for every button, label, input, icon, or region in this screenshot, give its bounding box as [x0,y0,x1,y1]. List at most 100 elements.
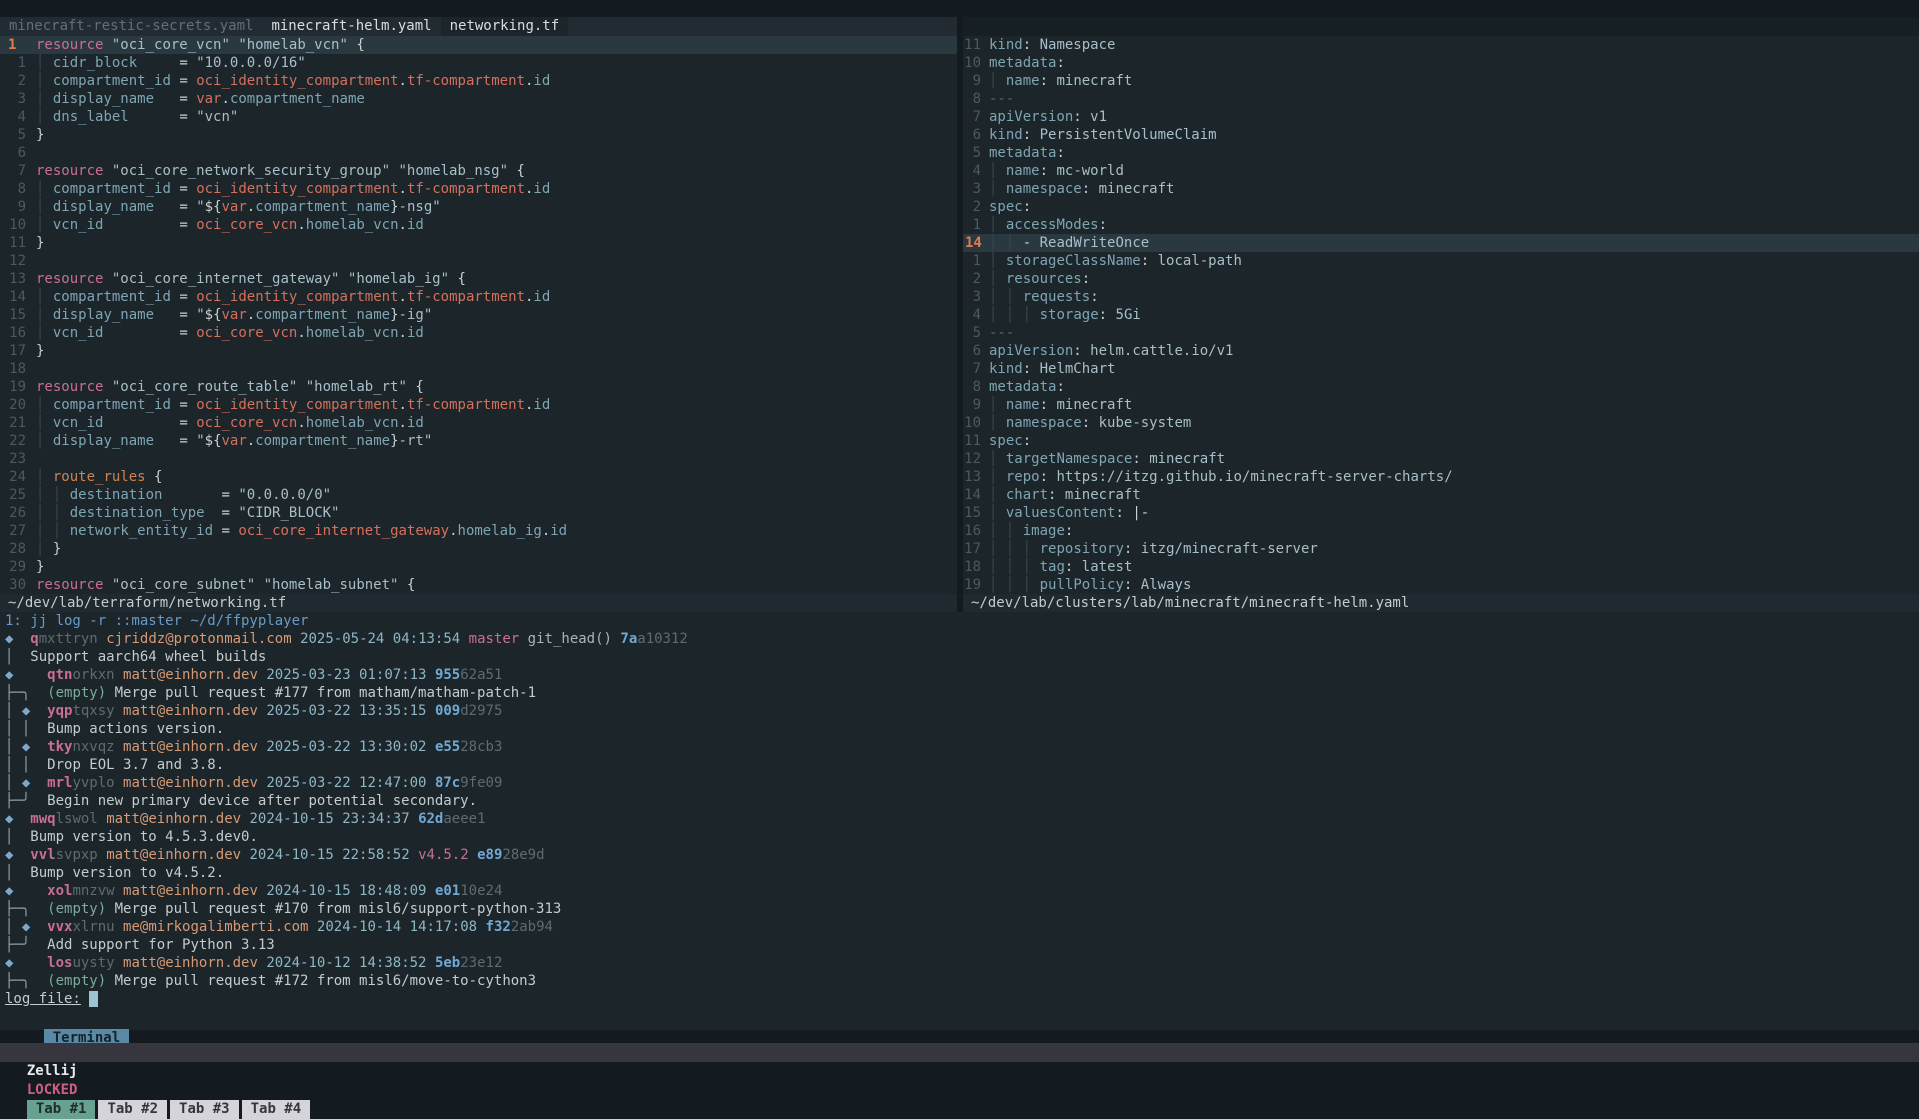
code-line[interactable]: 17│ │ │ repository: itzg/minecraft-serve… [963,540,1919,558]
code-line[interactable]: 7resource "oci_core_network_security_gro… [0,162,957,180]
line-number: 22 [0,432,36,450]
line-number: 17 [0,342,36,360]
editor-pane-networking-tf[interactable]: minecraft-restic-secrets.yamlminecraft-h… [0,17,957,612]
code-line[interactable]: 14│ compartment_id = oci_identity_compar… [0,288,957,306]
code-line[interactable]: 3│ display_name = var.compartment_name [0,90,957,108]
buffer-tab[interactable]: networking.tf [441,17,569,36]
code-line[interactable]: 8--- [963,90,1919,108]
code-line[interactable]: 12 [0,252,957,270]
terminal-line: ├─╯ Add support for Python 3.13 [5,936,1919,954]
code-line[interactable]: 11kind: Namespace [963,36,1919,54]
code-line[interactable]: 1│ cidr_block = "10.0.0.0/16" [0,54,957,72]
code-line[interactable]: 7apiVersion: v1 [963,108,1919,126]
line-number: 19 [963,576,989,594]
code-line[interactable]: 15│ valuesContent: |- [963,504,1919,522]
code-line[interactable]: 9│ name: minecraft [963,396,1919,414]
code-line[interactable]: 11spec: [963,432,1919,450]
code-line[interactable]: 10metadata: [963,54,1919,72]
line-number: 25 [0,486,36,504]
code-line[interactable]: 5--- [963,324,1919,342]
code-line[interactable]: 21│ vcn_id = oci_core_vcn.homelab_vcn.id [0,414,957,432]
code-line[interactable]: 16│ │ image: [963,522,1919,540]
line-number: 16 [0,324,36,342]
code-line[interactable]: 13resource "oci_core_internet_gateway" "… [0,270,957,288]
code-line[interactable]: 15│ display_name = "${var.compartment_na… [0,306,957,324]
code-line[interactable]: 30resource "oci_core_subnet" "homelab_su… [0,576,957,594]
code-line[interactable]: 12│ targetNamespace: minecraft [963,450,1919,468]
line-number: 14 [963,486,989,504]
code-line[interactable]: 11} [0,234,957,252]
code-line[interactable]: 19resource "oci_core_route_table" "homel… [0,378,957,396]
code-line[interactable]: 5metadata: [963,144,1919,162]
line-number: 18 [0,360,36,378]
code-line[interactable]: 3│ │ requests: [963,288,1919,306]
code-line[interactable]: 6 [0,144,957,162]
code-line[interactable]: 7kind: HelmChart [963,360,1919,378]
code-line[interactable]: 22│ display_name = "${var.compartment_na… [0,432,957,450]
buffer-tab[interactable]: minecraft-restic-secrets.yaml [0,17,262,36]
code-line[interactable]: 10│ namespace: kube-system [963,414,1919,432]
terminal-line: │ │ Drop EOL 3.7 and 3.8. [5,756,1919,774]
code-line[interactable]: 1resource "oci_core_vcn" "homelab_vcn" { [0,36,957,54]
terminal-pane[interactable]: 1: jj log -r ::master ~/d/ffpyplayer ◆ q… [0,612,1919,1030]
line-number: 24 [0,468,36,486]
code-line[interactable]: 18│ │ │ tag: latest [963,558,1919,576]
code-line[interactable]: 5} [0,126,957,144]
code-line[interactable]: 2│ resources: [963,270,1919,288]
code-line[interactable]: 20│ compartment_id = oci_identity_compar… [0,396,957,414]
code-line[interactable]: 6apiVersion: helm.cattle.io/v1 [963,342,1919,360]
line-number: 9 [963,396,989,414]
buffer-tab[interactable]: minecraft-helm.yaml [262,17,440,36]
statusline-left: ~/dev/lab/terraform/networking.tf [0,594,957,612]
zellij-tab[interactable]: Tab #1 [27,1100,96,1119]
terminal-line: ├─╮ (empty) Merge pull request #177 from… [5,684,1919,702]
code-line[interactable]: 17} [0,342,957,360]
code-line[interactable]: 14│ chart: minecraft [963,486,1919,504]
terminal-line: ├─╯ Begin new primary device after poten… [5,792,1919,810]
code-line[interactable]: 14│ │ - ReadWriteOnce [963,234,1919,252]
code-line[interactable]: 9│ name: minecraft [963,72,1919,90]
code-line[interactable]: 16│ vcn_id = oci_core_vcn.homelab_vcn.id [0,324,957,342]
line-number: 1 [963,252,989,270]
zellij-tab[interactable]: Tab #2 [98,1100,167,1119]
terminal-line: ◆ vvlsvpxp matt@einhorn.dev 2024-10-15 2… [5,846,1919,864]
bufferline: minecraft-restic-secrets.yamlminecraft-h… [0,17,957,36]
code-line[interactable]: 3│ namespace: minecraft [963,180,1919,198]
code-line[interactable]: 9│ display_name = "${var.compartment_nam… [0,198,957,216]
code-line[interactable]: 23 [0,450,957,468]
code-line[interactable]: 10│ vcn_id = oci_core_vcn.homelab_vcn.id [0,216,957,234]
zellij-tab[interactable]: Tab #3 [170,1100,239,1119]
code-line[interactable]: 26│ │ destination_type = "CIDR_BLOCK" [0,504,957,522]
terminal-pane-title: 1: jj log -r ::master ~/d/ffpyplayer [0,612,1919,630]
code-line[interactable]: 28│ } [0,540,957,558]
line-number: 11 [963,36,989,54]
line-number: 7 [963,360,989,378]
code-line[interactable]: 29} [0,558,957,576]
code-line[interactable]: 6kind: PersistentVolumeClaim [963,126,1919,144]
editor-pane-minecraft-helm-yaml[interactable]: 11kind: Namespace10metadata:9│ name: min… [963,17,1919,612]
code-line[interactable]: 19│ │ │ pullPolicy: Always [963,576,1919,594]
code-line[interactable]: 18 [0,360,957,378]
zellij-tab[interactable]: Tab #4 [242,1100,311,1119]
code-line[interactable]: 24│ route_rules { [0,468,957,486]
code-line[interactable]: 1│ storageClassName: local-path [963,252,1919,270]
code-line[interactable]: 8│ compartment_id = oci_identity_compart… [0,180,957,198]
line-number: 21 [0,414,36,432]
terminal-line: ├─╮ (empty) Merge pull request #172 from… [5,972,1919,990]
code-line[interactable]: 25│ │ destination = "0.0.0.0/0" [0,486,957,504]
terminal-line: │ Support aarch64 wheel builds [5,648,1919,666]
code-line[interactable]: 1│ accessModes: [963,216,1919,234]
code-line[interactable]: 2│ compartment_id = oci_identity_compart… [0,72,957,90]
line-number: 5 [963,144,989,162]
code-line[interactable]: 4│ dns_label = "vcn" [0,108,957,126]
terminal-line: ◆ qmxttryn cjriddz@protonmail.com 2025-0… [5,630,1919,648]
code-line[interactable]: 2spec: [963,198,1919,216]
line-number: 2 [963,198,989,216]
code-line[interactable]: 27│ │ network_entity_id = oci_core_inter… [0,522,957,540]
session-name: Zellij [27,1063,78,1079]
code-line[interactable]: 8metadata: [963,378,1919,396]
code-line[interactable]: 4│ name: mc-world [963,162,1919,180]
code-line[interactable]: 4│ │ │ storage: 5Gi [963,306,1919,324]
code-line[interactable]: 13│ repo: https://itzg.github.io/minecra… [963,468,1919,486]
line-number: 3 [0,90,36,108]
